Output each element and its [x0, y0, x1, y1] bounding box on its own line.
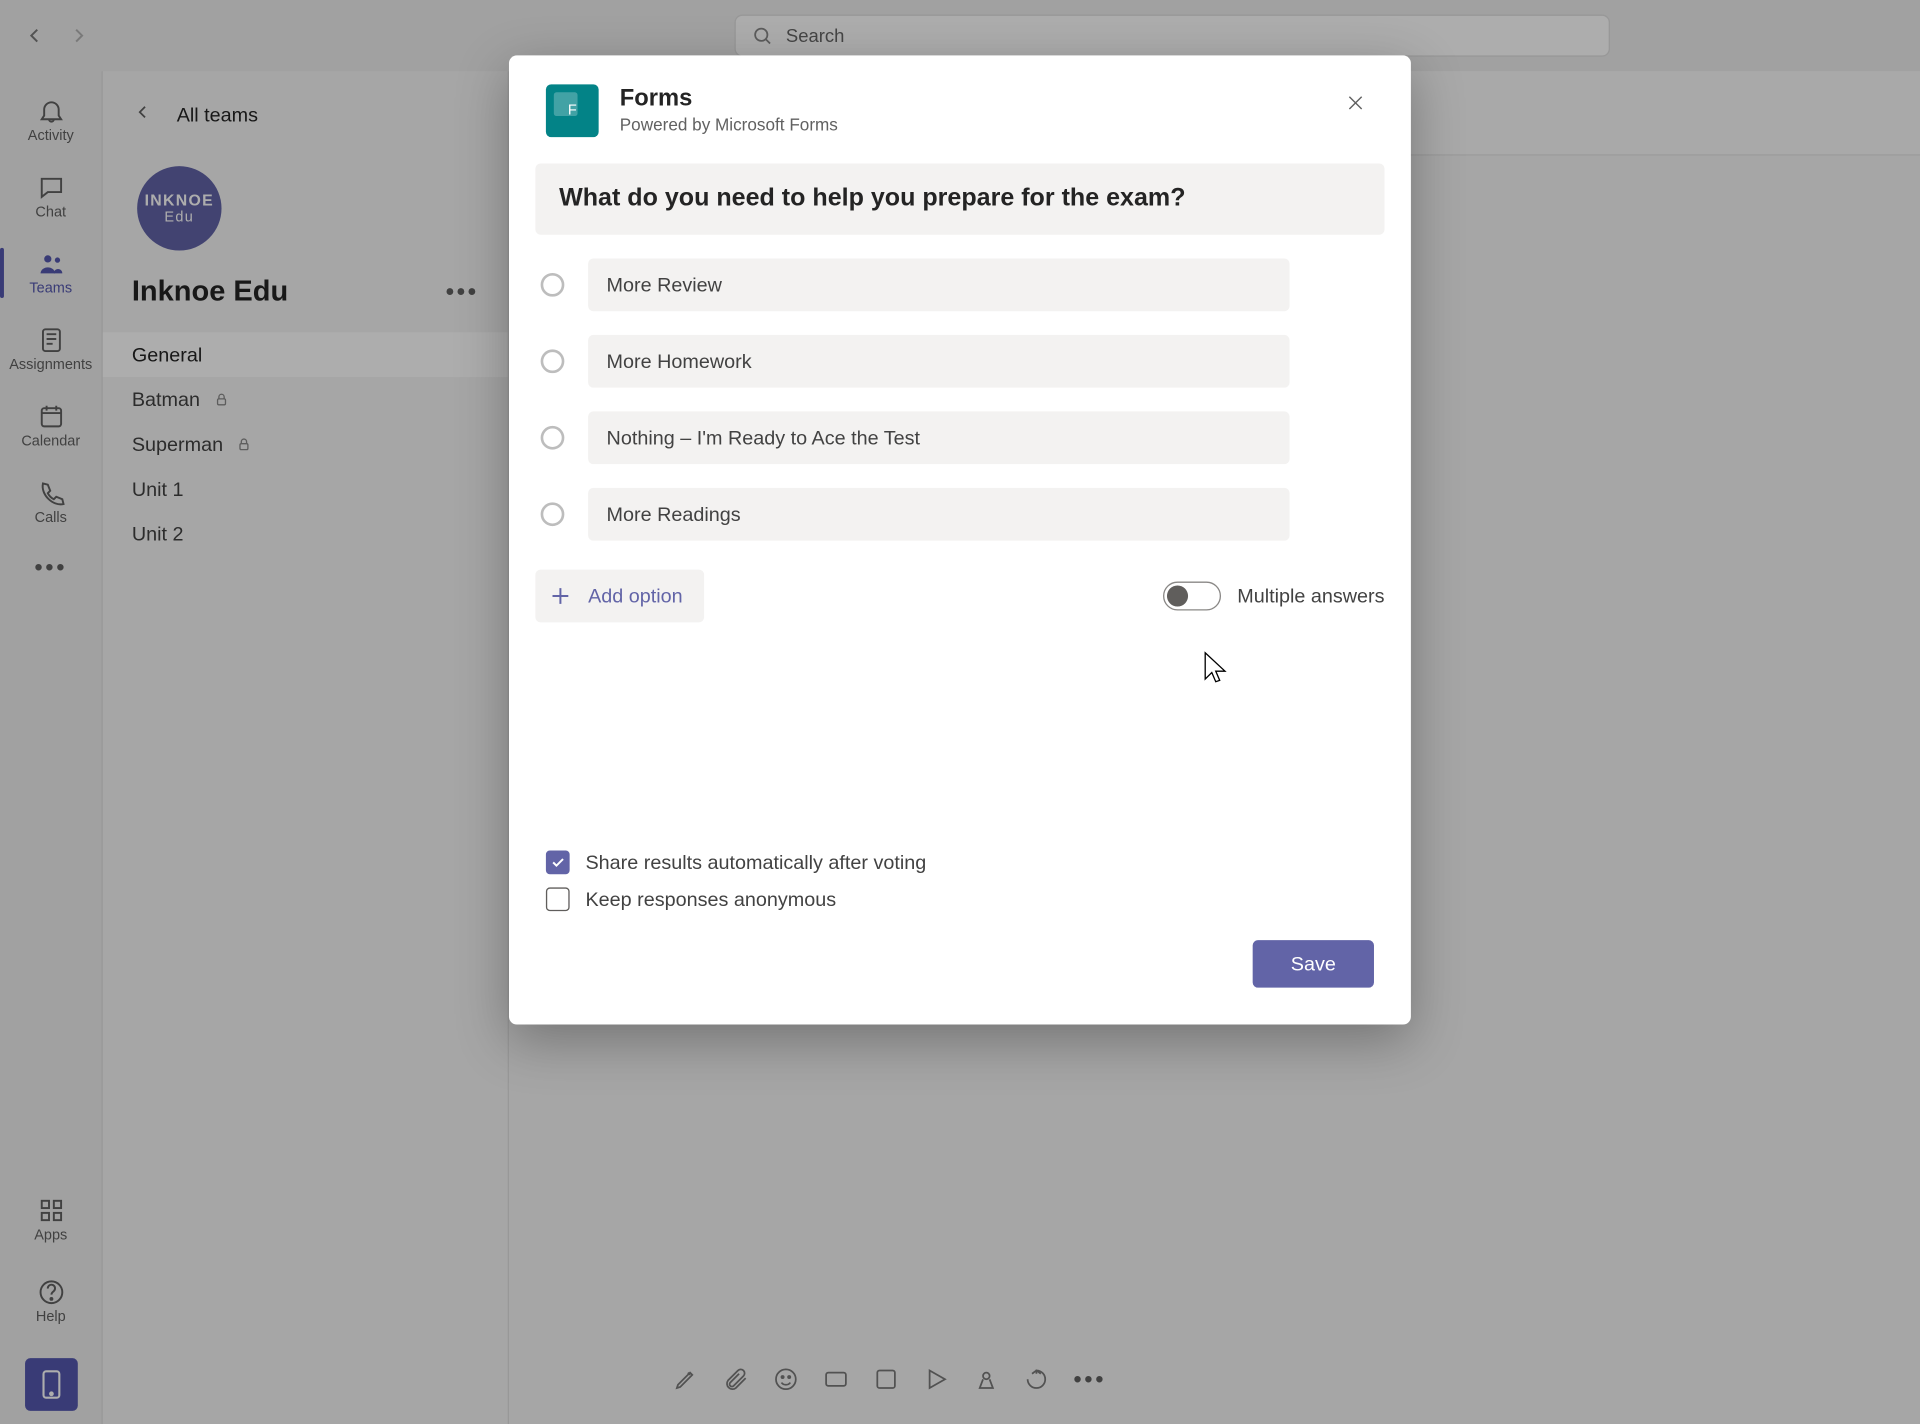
option-text: Nothing – I'm Ready to Ace the Test	[607, 427, 920, 449]
share-results-row[interactable]: Share results automatically after voting	[546, 850, 1374, 874]
option-input[interactable]: More Homework	[588, 335, 1289, 388]
question-text: What do you need to help you prepare for…	[559, 185, 1185, 213]
mouse-cursor	[1201, 651, 1230, 685]
close-icon	[1345, 92, 1366, 113]
question-input[interactable]: What do you need to help you prepare for…	[535, 164, 1384, 235]
option-radio[interactable]	[541, 502, 565, 526]
modal-title: Forms	[620, 84, 838, 112]
option-radio[interactable]	[541, 426, 565, 450]
plus-icon	[549, 584, 573, 608]
option-radio[interactable]	[541, 273, 565, 297]
add-option-button[interactable]: Add option	[535, 570, 703, 623]
option-input[interactable]: Nothing – I'm Ready to Ace the Test	[588, 411, 1289, 464]
check-icon	[550, 854, 566, 870]
modal-subtitle: Powered by Microsoft Forms	[620, 115, 838, 135]
save-button[interactable]: Save	[1253, 940, 1374, 987]
option-row: More Readings	[535, 488, 1384, 541]
options-list: More Review More Homework Nothing – I'm …	[535, 258, 1384, 540]
modal-close-button[interactable]	[1337, 84, 1374, 121]
option-row: Nothing – I'm Ready to Ace the Test	[535, 411, 1384, 464]
multiple-answers-toggle[interactable]	[1163, 582, 1221, 611]
option-radio[interactable]	[541, 349, 565, 373]
share-results-label: Share results automatically after voting	[585, 851, 926, 873]
option-text: More Homework	[607, 350, 752, 372]
forms-app-icon: F	[546, 84, 599, 137]
option-row: More Homework	[535, 335, 1384, 388]
anonymous-row[interactable]: Keep responses anonymous	[546, 887, 1374, 911]
anonymous-label: Keep responses anonymous	[585, 888, 836, 910]
option-text: More Readings	[607, 503, 741, 525]
add-option-label: Add option	[588, 585, 683, 607]
save-button-label: Save	[1291, 953, 1336, 975]
option-input[interactable]: More Review	[588, 258, 1289, 311]
forms-modal: F Forms Powered by Microsoft Forms What …	[509, 55, 1411, 1024]
option-text: More Review	[607, 274, 722, 296]
option-input[interactable]: More Readings	[588, 488, 1289, 541]
anonymous-checkbox[interactable]	[546, 887, 570, 911]
multiple-answers-label: Multiple answers	[1237, 585, 1384, 607]
share-results-checkbox[interactable]	[546, 850, 570, 874]
option-row: More Review	[535, 258, 1384, 311]
